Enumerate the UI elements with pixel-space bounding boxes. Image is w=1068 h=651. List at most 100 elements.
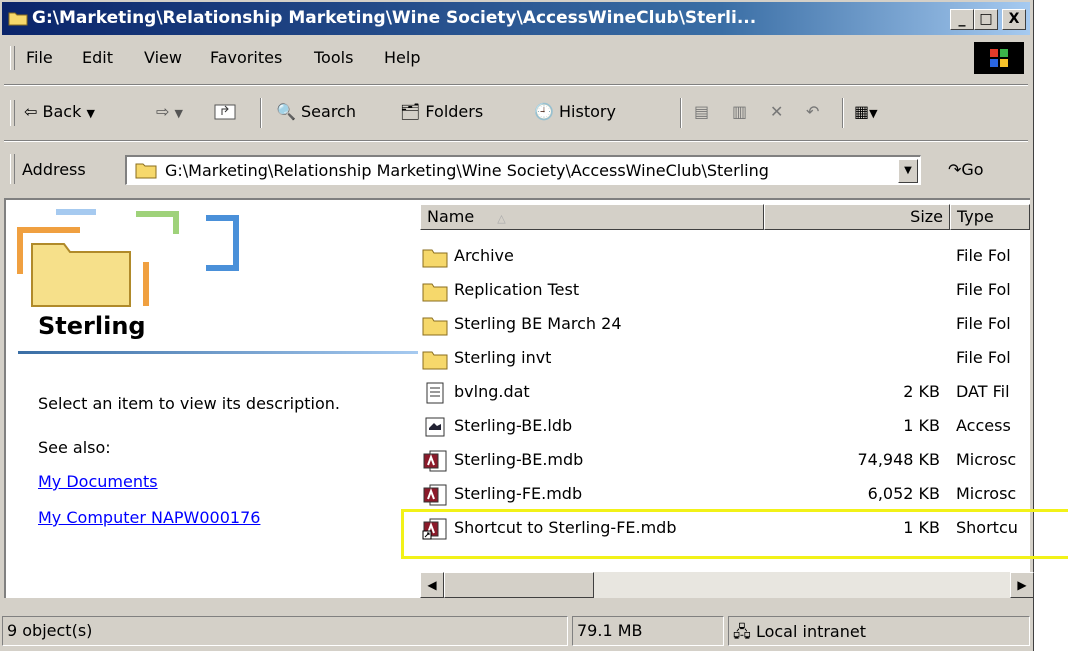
status-bar: 9 object(s) 79.1 MB 🖧 Local intranet bbox=[2, 612, 1032, 648]
file-name: Sterling-BE.ldb bbox=[454, 416, 573, 435]
folders-icon: 🗂 bbox=[400, 102, 421, 121]
file-row[interactable]: bvlng.dat 2 KB DAT Fil bbox=[416, 378, 1030, 408]
back-arrow-icon: ⇦ bbox=[24, 102, 38, 121]
menu-edit[interactable]: Edit bbox=[82, 48, 113, 67]
search-button[interactable]: 🔍 Search bbox=[276, 102, 356, 121]
file-size: 1 KB bbox=[903, 416, 940, 435]
explorer-window: G:\Marketing\Relationship Marketing\Wine… bbox=[0, 0, 1034, 651]
windows-logo-icon bbox=[974, 42, 1024, 74]
forward-arrow-icon: ⇨ bbox=[156, 102, 170, 121]
move-to-button[interactable]: ▤ bbox=[694, 102, 709, 121]
file-name: Shortcut to Sterling-FE.mdb bbox=[454, 518, 677, 537]
delete-button[interactable]: ✕ bbox=[770, 102, 783, 121]
folder-icon bbox=[422, 348, 448, 370]
maximize-button[interactable]: □ bbox=[974, 9, 998, 30]
address-bar: Address G:\Marketing\Relationship Market… bbox=[8, 150, 1028, 190]
folders-button[interactable]: 🗂 Folders bbox=[400, 102, 483, 121]
file-row[interactable]: Sterling invt File Fol bbox=[416, 344, 1030, 374]
toolbar-separator bbox=[260, 98, 262, 128]
delete-icon: ✕ bbox=[770, 102, 784, 121]
file-type: Microsc bbox=[956, 484, 1017, 503]
address-grip[interactable] bbox=[10, 154, 15, 184]
menu-bar: File Edit View Favorites Tools Help bbox=[8, 42, 1028, 74]
go-label: Go bbox=[961, 160, 984, 179]
toolbar-grip[interactable] bbox=[10, 100, 15, 126]
column-header-type[interactable]: Type bbox=[950, 204, 1030, 230]
file-name: Archive bbox=[454, 246, 514, 265]
shortcut-icon bbox=[422, 518, 448, 540]
forward-button[interactable]: ⇨ ▼ bbox=[156, 102, 183, 121]
status-object-count: 9 object(s) bbox=[2, 616, 568, 646]
chevron-down-icon[interactable]: ▼ bbox=[86, 107, 94, 120]
column-header-size[interactable]: Size bbox=[764, 204, 950, 230]
file-name: Sterling-FE.mdb bbox=[454, 484, 583, 503]
file-size: 1 KB bbox=[903, 518, 940, 537]
go-button[interactable]: ↷Go bbox=[948, 160, 984, 179]
menu-help[interactable]: Help bbox=[384, 48, 420, 67]
search-icon: 🔍 bbox=[276, 102, 296, 121]
history-button[interactable]: 🕘 History bbox=[534, 102, 616, 121]
menu-grip[interactable] bbox=[10, 46, 15, 70]
column-size-label: Size bbox=[910, 207, 943, 226]
file-name: bvlng.dat bbox=[454, 382, 530, 401]
access-db-icon bbox=[422, 484, 448, 506]
status-size: 79.1 MB bbox=[572, 616, 724, 646]
web-view-pane: Sterling Select an item to view its desc… bbox=[6, 200, 418, 598]
column-header-name[interactable]: Name △ bbox=[420, 204, 764, 230]
toolbar-separator bbox=[680, 98, 682, 128]
back-button[interactable]: ⇦ Back ▼ bbox=[24, 102, 95, 121]
up-folder-button[interactable] bbox=[214, 102, 236, 124]
folder-banner-icon bbox=[16, 204, 256, 312]
file-row[interactable]: Replication Test File Fol bbox=[416, 276, 1030, 306]
up-folder-icon bbox=[214, 104, 236, 120]
file-row[interactable]: Sterling-BE.mdb 74,948 KB Microsc bbox=[416, 446, 1030, 476]
column-name-label: Name bbox=[427, 207, 475, 226]
address-input[interactable]: G:\Marketing\Relationship Marketing\Wine… bbox=[125, 155, 921, 185]
folder-title: Sterling bbox=[38, 312, 146, 340]
address-label: Address bbox=[22, 160, 86, 179]
file-list: Name △ Size Type Archive File Fol Replicat… bbox=[416, 200, 1034, 598]
file-size: 6,052 KB bbox=[867, 484, 940, 503]
chevron-down-icon[interactable]: ▼ bbox=[869, 107, 877, 120]
scroll-right-button[interactable]: ▶ bbox=[1010, 572, 1034, 598]
file-row[interactable]: Sterling-BE.ldb 1 KB Access bbox=[416, 412, 1030, 442]
content-area: Sterling Select an item to view its desc… bbox=[4, 198, 1034, 598]
file-type: DAT Fil bbox=[956, 382, 1010, 401]
intranet-icon: 🖧 bbox=[733, 622, 751, 641]
copy-to-button[interactable]: ▥ bbox=[732, 102, 747, 121]
menu-view[interactable]: View bbox=[144, 48, 182, 67]
menu-file[interactable]: File bbox=[26, 48, 53, 67]
file-row[interactable]: Sterling-FE.mdb 6,052 KB Microsc bbox=[416, 480, 1030, 510]
toolbar-separator bbox=[842, 98, 844, 128]
file-row[interactable]: Shortcut to Sterling-FE.mdb 1 KB Shortcu bbox=[416, 514, 1030, 544]
menu-tools[interactable]: Tools bbox=[314, 48, 353, 67]
scroll-left-button[interactable]: ◀ bbox=[420, 572, 444, 598]
address-value: G:\Marketing\Relationship Marketing\Wine… bbox=[165, 161, 769, 180]
my-documents-link[interactable]: My Documents bbox=[38, 472, 158, 491]
text-file-icon bbox=[422, 382, 448, 404]
status-zone-label: Local intranet bbox=[755, 622, 866, 641]
scroll-thumb[interactable] bbox=[444, 572, 594, 598]
column-type-label: Type bbox=[957, 207, 994, 226]
file-row[interactable]: Archive File Fol bbox=[416, 242, 1030, 272]
menu-favorites[interactable]: Favorites bbox=[210, 48, 282, 67]
file-name: Replication Test bbox=[454, 280, 580, 299]
views-button[interactable]: ▦▼ bbox=[854, 102, 878, 121]
undo-button[interactable]: ↶ bbox=[806, 102, 819, 121]
address-dropdown-button[interactable]: ▼ bbox=[898, 159, 918, 183]
folders-label: Folders bbox=[425, 102, 484, 121]
horizontal-scrollbar[interactable]: ◀ ▶ bbox=[420, 572, 1034, 598]
toolbar: ⇦ Back ▼ ⇨ ▼ 🔍 Search 🗂 Folders 🕘 Histor… bbox=[8, 96, 1028, 130]
status-zone: 🖧 Local intranet bbox=[728, 616, 1030, 646]
back-label: Back bbox=[42, 102, 82, 121]
file-row[interactable]: Sterling BE March 24 File Fol bbox=[416, 310, 1030, 340]
title-bar[interactable]: G:\Marketing\Relationship Marketing\Wine… bbox=[2, 2, 1030, 35]
chevron-down-icon[interactable]: ▼ bbox=[175, 107, 183, 120]
folder-icon bbox=[422, 246, 448, 268]
history-icon: 🕘 bbox=[534, 102, 554, 121]
file-type: File Fol bbox=[956, 348, 1011, 367]
minimize-button[interactable]: _ bbox=[950, 9, 974, 30]
my-computer-link[interactable]: My Computer NAPW000176 bbox=[38, 508, 260, 527]
file-size: 2 KB bbox=[903, 382, 940, 401]
close-button[interactable]: X bbox=[1002, 9, 1026, 30]
